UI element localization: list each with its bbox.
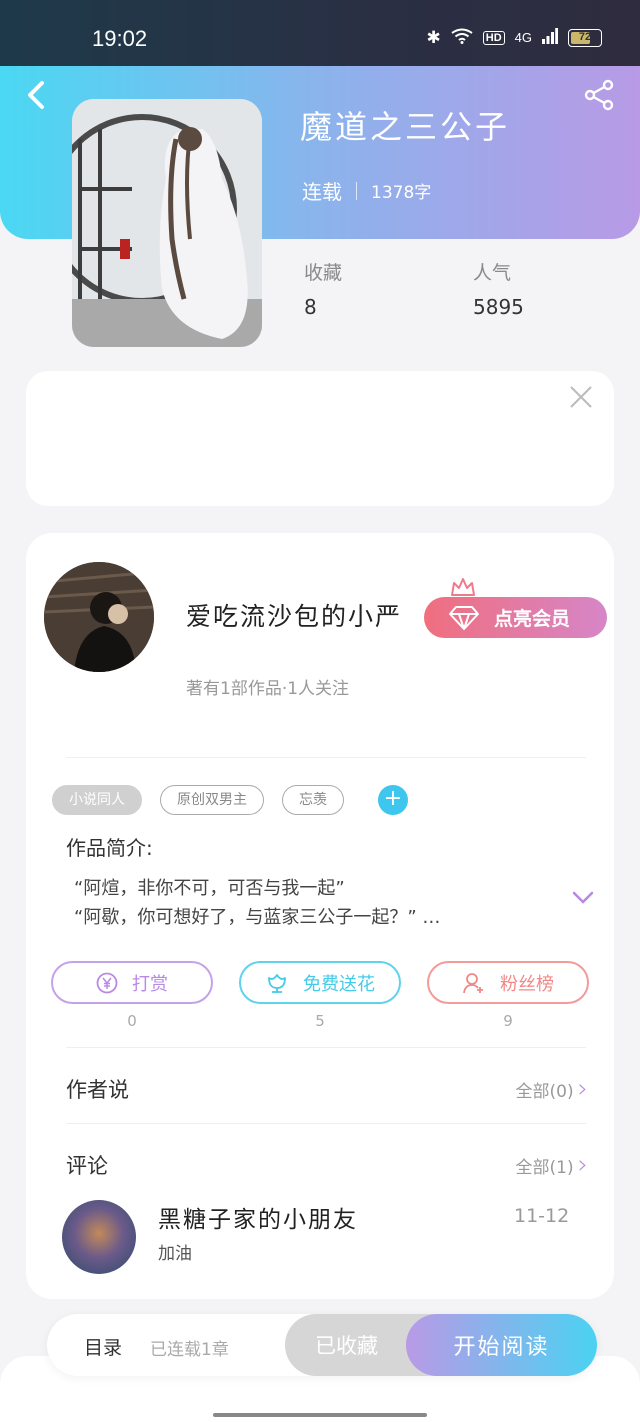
book-status: 连载 [302,180,342,204]
stat-value: 8 [304,295,317,319]
share-icon [584,79,614,111]
status-icons: ✱ HD 4G 72 [427,28,602,47]
comment-avatar[interactable] [62,1200,136,1274]
divider [66,1123,586,1124]
start-reading-button[interactable]: 开始阅读 [406,1314,597,1376]
stat-label: 人气 [473,262,512,284]
signal-icon [542,28,558,47]
vip-button-label: 点亮会员 [494,609,571,630]
battery-icon: 72 [568,28,602,47]
tip-label: 打赏 [132,973,168,994]
tag-item[interactable]: 原创双男主 [160,785,264,815]
tag-item[interactable]: 忘羡 [282,785,344,815]
hd-badge: HD [482,30,505,45]
flower-icon [268,973,286,993]
home-indicator[interactable] [213,1413,427,1417]
meta-divider [356,181,357,200]
divider [66,757,586,758]
book-title: 魔道之三公子 [300,108,511,146]
chapter-count: 已连载1章 [150,1340,229,1360]
author-says-count: 全部(0) [515,1081,574,1102]
fan-ranking-button[interactable]: 粉丝榜 [427,961,589,1004]
stat-value: 5895 [473,295,524,319]
book-cover-illustration [72,99,262,347]
word-count: 1378字 [371,183,432,203]
divider [66,1047,586,1048]
flower-count: 5 [315,1012,325,1030]
author-name[interactable]: 爱吃流沙包的小严 [186,597,402,633]
vip-button[interactable]: 点亮会员 [424,597,607,638]
stat-label: 收藏 [304,262,343,284]
catalog-button[interactable]: 目录 [84,1333,122,1360]
tip-button[interactable]: 打赏 [51,961,213,1004]
comment-user[interactable]: 黑糖子家的小朋友 [158,1200,358,1234]
comments-more[interactable]: 全部(1) › [516,1152,589,1178]
stat-favorites: 收藏 8 [304,258,342,319]
intro-line: “阿歇，你可想好了，与蓝家三公子一起？” … [74,907,441,928]
stat-popularity: 人气 5895 [473,258,524,319]
intro-label: 作品简介: [66,836,153,860]
avatar-image [44,562,154,672]
status-time: 19:02 [92,26,148,51]
start-reading-label: 开始阅读 [453,1335,550,1360]
author-says-title: 作者说 [66,1078,129,1102]
comments-count: 全部(1) [515,1157,574,1178]
comment-text: 加油 [158,1244,192,1264]
tag-list: 小说同人 原创双男主 忘羡 + [52,785,408,815]
chevron-right-icon: › [577,1150,588,1180]
intro-line: “阿煊，非你不可，可否与我一起” [74,878,345,899]
back-button[interactable] [22,78,52,112]
expand-chevron-down-icon[interactable] [572,890,594,906]
fan-ranking-label: 粉丝榜 [500,973,554,994]
crown-icon [451,578,475,596]
close-icon [570,386,592,408]
battery-level: 72 [578,30,592,43]
ad-card [26,371,614,506]
book-cover[interactable] [72,99,262,347]
chevron-left-icon [28,81,44,109]
status-bar: 19:02 ✱ HD 4G 72 [0,0,640,66]
add-tag-button[interactable]: + [378,785,408,815]
chevron-right-icon: › [577,1074,588,1104]
author-subtitle: 著有1部作品·1人关注 [186,679,350,699]
yen-coin-icon [96,972,118,993]
fan-count: 9 [503,1012,513,1030]
book-meta: 连载 1378字 [302,176,431,205]
tag-item[interactable]: 小说同人 [52,785,142,815]
ad-close-button[interactable] [568,383,594,415]
network-label: 4G [514,30,532,45]
wifi-icon [451,28,473,47]
share-button[interactable] [582,78,616,112]
bluetooth-icon: ✱ [426,28,441,47]
diamond-icon [449,605,479,630]
tip-count: 0 [127,1012,137,1030]
author-avatar[interactable] [44,562,154,672]
send-flower-label: 免费送花 [303,973,375,994]
collected-label: 已收藏 [315,1334,378,1358]
author-says-more[interactable]: 全部(0) › [516,1076,589,1102]
comment-date: 11-12 [514,1205,570,1227]
comments-title: 评论 [66,1154,108,1178]
send-flower-button[interactable]: 免费送花 [239,961,401,1004]
fan-person-icon [463,972,483,993]
